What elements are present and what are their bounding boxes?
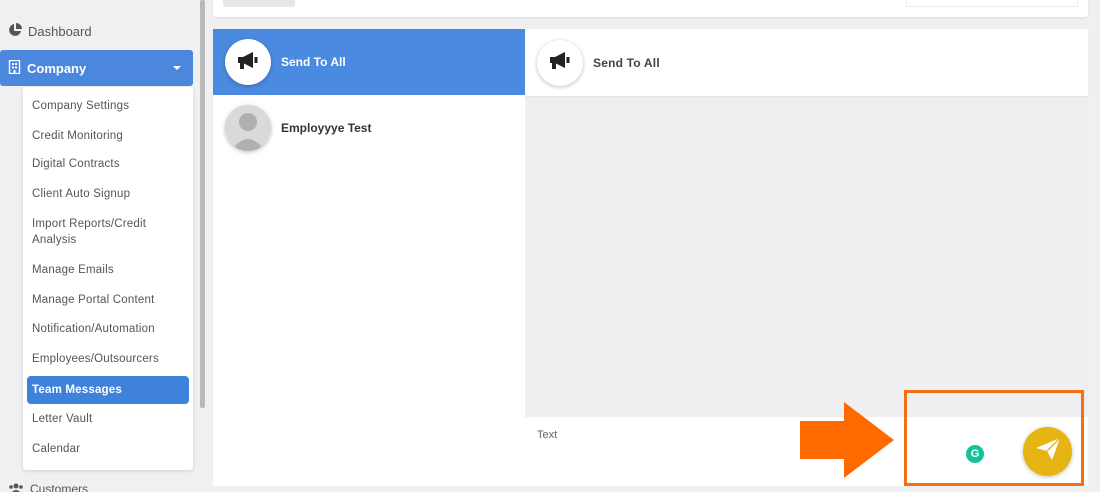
contact-send-to-all[interactable]: Send To All — [213, 29, 525, 95]
submenu-item-client-auto-signup[interactable]: Client Auto Signup — [32, 186, 182, 202]
submenu-item-letter-vault[interactable]: Letter Vault — [32, 411, 182, 427]
submenu-item-company-settings[interactable]: Company Settings — [32, 98, 182, 114]
submenu-item-manage-emails[interactable]: Manage Emails — [32, 262, 182, 278]
search-input[interactable] — [906, 0, 1078, 7]
submenu-item-team-messages[interactable]: Team Messages — [27, 376, 189, 404]
user-silhouette-icon — [231, 113, 265, 151]
annotation-highlight-box — [904, 390, 1084, 486]
sidebar-item-label: Dashboard — [28, 23, 92, 39]
chat-title: Send To All — [593, 55, 660, 70]
submenu-item-import-reports[interactable]: Import Reports/Credit Analysis — [32, 216, 182, 248]
contact-list: Send To All Employyye Test — [213, 29, 525, 486]
company-submenu: Company Settings Credit Monitoring Digit… — [23, 87, 193, 470]
sidebar-item-label: Customers — [30, 482, 89, 492]
top-toolbar — [213, 0, 1088, 17]
megaphone-icon — [548, 50, 572, 75]
avatar — [537, 39, 583, 86]
submenu-item-notification-automation[interactable]: Notification/Automation — [32, 321, 182, 337]
annotation-arrow-icon — [800, 402, 894, 478]
sidebar-item-customers[interactable]: Customers — [8, 481, 88, 492]
megaphone-icon — [236, 50, 260, 75]
users-icon — [8, 482, 24, 492]
building-icon — [8, 59, 21, 77]
pie-chart-icon — [8, 22, 22, 40]
submenu-item-credit-monitoring[interactable]: Credit Monitoring — [32, 128, 182, 144]
sidebar-item-company[interactable]: Company — [0, 50, 193, 86]
contact-employee-test[interactable]: Employyye Test — [213, 95, 525, 161]
toolbar-button[interactable] — [223, 0, 295, 7]
message-placeholder: Text — [537, 429, 558, 441]
user-avatar — [225, 105, 271, 151]
submenu-item-employees-outsourcers[interactable]: Employees/Outsourcers — [32, 351, 182, 367]
chevron-down-icon — [173, 66, 181, 70]
sidebar-item-dashboard[interactable]: Dashboard — [8, 20, 92, 42]
submenu-item-manage-portal-content[interactable]: Manage Portal Content — [32, 292, 182, 308]
sidebar-scrollbar[interactable] — [200, 0, 205, 408]
submenu-item-digital-contracts[interactable]: Digital Contracts — [32, 156, 182, 172]
avatar — [225, 39, 271, 85]
sidebar: Dashboard Company Company Settings Credi… — [0, 0, 200, 492]
contact-name: Send To All — [281, 55, 346, 69]
chat-header: Send To All — [525, 29, 1088, 96]
submenu-item-calendar[interactable]: Calendar — [32, 441, 182, 457]
sidebar-item-label: Company — [27, 60, 87, 76]
contact-name: Employyye Test — [281, 121, 372, 135]
